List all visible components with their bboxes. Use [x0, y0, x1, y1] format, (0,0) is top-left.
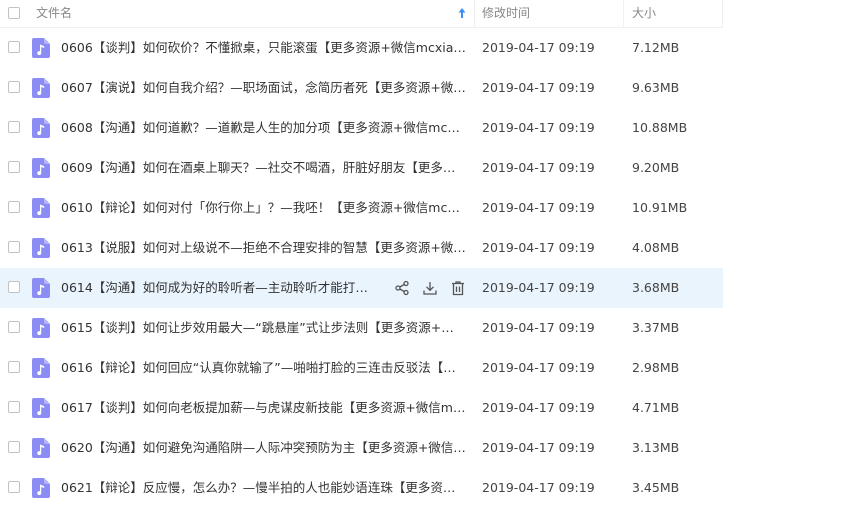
select-all-checkbox[interactable] — [8, 7, 20, 19]
file-row[interactable]: 0616【辩论】如何回应“认真你就输了”—啪啪打脸的三连击反驳法【更… 2019… — [0, 348, 723, 388]
file-checkbox[interactable] — [8, 441, 20, 453]
file-size: 9.63MB — [632, 80, 680, 95]
file-modified-time: 2019-04-17 09:19 — [482, 120, 595, 135]
file-checkbox[interactable] — [8, 321, 20, 333]
file-size: 4.08MB — [632, 240, 680, 255]
file-name[interactable]: 0610【辩论】如何对付「你行你上」？—我呸！【更多资源+微信mcxiao… — [61, 188, 466, 228]
file-checkbox[interactable] — [8, 361, 20, 373]
file-checkbox[interactable] — [8, 481, 20, 493]
file-size: 3.45MB — [632, 480, 680, 495]
file-size: 9.20MB — [632, 160, 680, 175]
file-modified-time: 2019-04-17 09:19 — [482, 400, 595, 415]
file-checkbox[interactable] — [8, 281, 20, 293]
file-name[interactable]: 0615【谈判】如何让步效用最大—“跳悬崖”式让步法则【更多资源+微… — [61, 308, 466, 348]
file-size: 2.98MB — [632, 360, 680, 375]
file-row[interactable]: 0608【沟通】如何道歉？—道歉是人生的加分项【更多资源+微信mcxiao… 2… — [0, 108, 723, 148]
audio-file-icon — [32, 118, 50, 138]
file-checkbox[interactable] — [8, 161, 20, 173]
file-modified-time: 2019-04-17 09:19 — [482, 440, 595, 455]
file-name[interactable]: 0609【沟通】如何在酒桌上聊天？—社交不喝酒，肝脏好朋友【更多资源… — [61, 148, 466, 188]
audio-file-icon — [32, 438, 50, 458]
file-modified-time: 2019-04-17 09:19 — [482, 80, 595, 95]
file-size: 4.71MB — [632, 400, 680, 415]
file-checkbox[interactable] — [8, 201, 20, 213]
file-checkbox[interactable] — [8, 41, 20, 53]
file-list: 0606【谈判】如何砍价？不懂掀桌，只能滚蛋【更多资源+微信mcxiaocai…… — [0, 28, 848, 508]
file-row[interactable]: 0621【辩论】反应慢，怎么办？—慢半拍的人也能妙语连珠【更多资源+… 2019… — [0, 468, 723, 508]
column-divider[interactable] — [623, 0, 624, 27]
file-size: 3.68MB — [632, 280, 680, 295]
share-icon[interactable] — [394, 280, 410, 296]
file-size: 3.13MB — [632, 440, 680, 455]
audio-file-icon — [32, 158, 50, 178]
file-checkbox[interactable] — [8, 401, 20, 413]
delete-trash-icon[interactable] — [450, 280, 466, 296]
file-checkbox[interactable] — [8, 241, 20, 253]
file-modified-time: 2019-04-17 09:19 — [482, 240, 595, 255]
file-name[interactable]: 0614【沟通】如何成为好的聆听者—主动聆听才能打开心… — [61, 268, 379, 308]
audio-file-icon — [32, 358, 50, 378]
audio-file-icon — [32, 238, 50, 258]
file-name[interactable]: 0613【说服】如何对上级说不—拒绝不合理安排的智慧【更多资源+微信… — [61, 228, 466, 268]
file-modified-time: 2019-04-17 09:19 — [482, 160, 595, 175]
file-modified-time: 2019-04-17 09:19 — [482, 360, 595, 375]
column-header-modified[interactable]: 修改时间 — [482, 0, 530, 27]
audio-file-icon — [32, 198, 50, 218]
file-name[interactable]: 0617【谈判】如何向老板提加薪—与虎谋皮新技能【更多资源+微信mcxi… — [61, 388, 466, 428]
file-name[interactable]: 0606【谈判】如何砍价？不懂掀桌，只能滚蛋【更多资源+微信mcxiaocai… — [61, 28, 466, 68]
file-row[interactable]: 0614【沟通】如何成为好的聆听者—主动聆听才能打开心… 2019-04-17 … — [0, 268, 723, 308]
file-name[interactable]: 0607【演说】如何自我介绍？—职场面试，念简历者死【更多资源+微信… — [61, 68, 466, 108]
file-name[interactable]: 0608【沟通】如何道歉？—道歉是人生的加分项【更多资源+微信mcxiao… — [61, 108, 466, 148]
file-list-header: 文件名 修改时间 大小 — [0, 0, 723, 28]
audio-file-icon — [32, 478, 50, 498]
file-modified-time: 2019-04-17 09:19 — [482, 280, 595, 295]
file-row[interactable]: 0606【谈判】如何砍价？不懂掀桌，只能滚蛋【更多资源+微信mcxiaocai…… — [0, 28, 723, 68]
file-checkbox[interactable] — [8, 121, 20, 133]
file-size: 7.12MB — [632, 40, 680, 55]
audio-file-icon — [32, 398, 50, 418]
audio-file-icon — [32, 78, 50, 98]
column-header-name[interactable]: 文件名 — [36, 0, 72, 27]
download-icon[interactable] — [422, 280, 438, 296]
file-row[interactable]: 0609【沟通】如何在酒桌上聊天？—社交不喝酒，肝脏好朋友【更多资源… 2019… — [0, 148, 723, 188]
file-size: 3.37MB — [632, 320, 680, 335]
file-row[interactable]: 0615【谈判】如何让步效用最大—“跳悬崖”式让步法则【更多资源+微… 2019… — [0, 308, 723, 348]
file-modified-time: 2019-04-17 09:19 — [482, 480, 595, 495]
audio-file-icon — [32, 38, 50, 58]
file-row[interactable]: 0613【说服】如何对上级说不—拒绝不合理安排的智慧【更多资源+微信… 2019… — [0, 228, 723, 268]
file-name[interactable]: 0616【辩论】如何回应“认真你就输了”—啪啪打脸的三连击反驳法【更… — [61, 348, 466, 388]
file-modified-time: 2019-04-17 09:19 — [482, 200, 595, 215]
file-name[interactable]: 0620【沟通】如何避免沟通陷阱—人际冲突预防为主【更多资源+微信mc… — [61, 428, 466, 468]
audio-file-icon — [32, 318, 50, 338]
column-header-size[interactable]: 大小 — [632, 0, 656, 27]
file-row[interactable]: 0620【沟通】如何避免沟通陷阱—人际冲突预防为主【更多资源+微信mc… 201… — [0, 428, 723, 468]
file-modified-time: 2019-04-17 09:19 — [482, 40, 595, 55]
sort-ascending-arrow-icon[interactable] — [455, 5, 469, 21]
audio-file-icon — [32, 278, 50, 298]
file-checkbox[interactable] — [8, 81, 20, 93]
file-size: 10.88MB — [632, 120, 688, 135]
file-row[interactable]: 0610【辩论】如何对付「你行你上」？—我呸！【更多资源+微信mcxiao… 2… — [0, 188, 723, 228]
file-row[interactable]: 0607【演说】如何自我介绍？—职场面试，念简历者死【更多资源+微信… 2019… — [0, 68, 723, 108]
column-divider[interactable] — [474, 0, 475, 27]
file-row[interactable]: 0617【谈判】如何向老板提加薪—与虎谋皮新技能【更多资源+微信mcxi… 20… — [0, 388, 723, 428]
file-modified-time: 2019-04-17 09:19 — [482, 320, 595, 335]
file-size: 10.91MB — [632, 200, 688, 215]
column-divider[interactable] — [722, 0, 723, 27]
file-name[interactable]: 0621【辩论】反应慢，怎么办？—慢半拍的人也能妙语连珠【更多资源+… — [61, 468, 466, 508]
